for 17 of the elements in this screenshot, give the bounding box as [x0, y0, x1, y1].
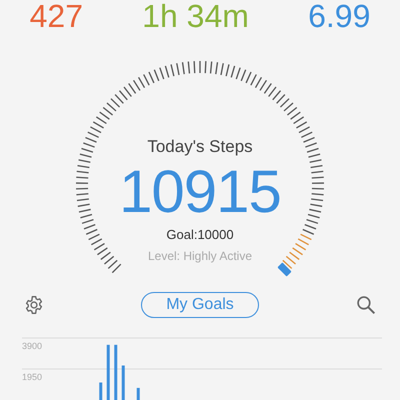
axis-label: 1950: [22, 372, 42, 382]
bar: [99, 382, 102, 400]
goal-text: Goal:10000: [165, 226, 235, 244]
settings-icon[interactable]: [24, 295, 44, 315]
stat-value: 1h 34m: [142, 0, 249, 32]
gauge-title: Today's Steps: [146, 136, 254, 158]
my-goals-button[interactable]: My Goals: [141, 292, 259, 318]
stat-value: 6.99: [308, 0, 370, 32]
activity-level: Level: Highly Active: [146, 248, 254, 265]
bar: [114, 344, 118, 400]
bar: [136, 388, 140, 400]
axis-label: 3900: [22, 341, 42, 351]
stat-value: 427: [30, 0, 83, 32]
step-count: 10915: [118, 160, 282, 222]
search-icon[interactable]: [356, 295, 376, 315]
bar: [122, 366, 125, 400]
bar: [106, 344, 110, 400]
